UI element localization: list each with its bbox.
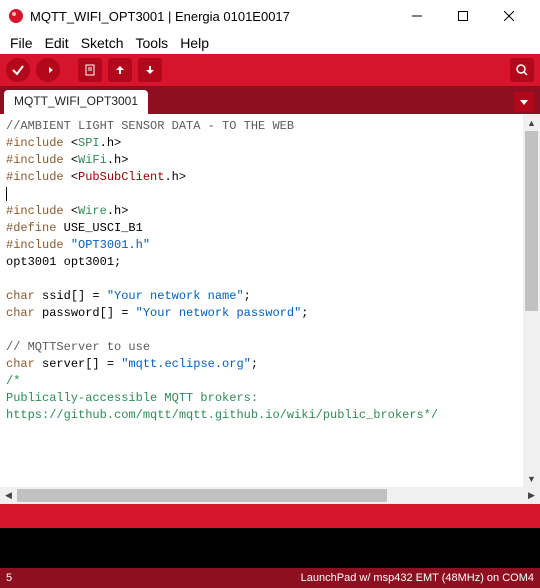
console-output[interactable]: [0, 528, 540, 568]
editor-area: //AMBIENT LIGHT SENSOR DATA - TO THE WEB…: [0, 114, 540, 504]
scroll-down-arrow[interactable]: ▼: [523, 470, 540, 487]
vertical-scrollbar[interactable]: ▲ ▼: [523, 114, 540, 487]
serial-monitor-button[interactable]: [510, 58, 534, 82]
code-token: opt3001: [6, 255, 56, 269]
tab-active[interactable]: MQTT_WIFI_OPT3001: [4, 90, 148, 114]
code-token: char: [6, 289, 35, 303]
code-token: <: [71, 153, 78, 167]
scrollbar-thumb-v[interactable]: [525, 131, 538, 311]
code-token: <: [71, 136, 78, 150]
window-titlebar: MQTT_WIFI_OPT3001 | Energia 0101E0017: [0, 0, 540, 32]
code-token: "OPT3001.h": [71, 238, 150, 252]
code-token: SPI: [78, 136, 100, 150]
code-token: "Your network name": [107, 289, 244, 303]
status-bar: 5 LaunchPad w/ msp432 EMT (48MHz) on COM…: [0, 568, 540, 588]
new-button[interactable]: [78, 58, 102, 82]
toolbar: [0, 54, 540, 86]
code-token: char: [6, 306, 35, 320]
code-token: .h>: [107, 153, 129, 167]
scroll-right-arrow[interactable]: ▶: [523, 487, 540, 504]
code-token: .h>: [164, 170, 186, 184]
code-token: ;: [251, 357, 258, 371]
code-token: ;: [301, 306, 308, 320]
menu-sketch[interactable]: Sketch: [75, 35, 130, 51]
maximize-button[interactable]: [440, 0, 486, 32]
minimize-button[interactable]: [394, 0, 440, 32]
menu-tools[interactable]: Tools: [130, 35, 175, 51]
menu-file[interactable]: File: [4, 35, 39, 51]
code-token: opt3001;: [56, 255, 121, 269]
code-token: server[] =: [35, 357, 121, 371]
menubar: File Edit Sketch Tools Help: [0, 32, 540, 54]
upload-button[interactable]: [36, 58, 60, 82]
code-token: ssid[] =: [35, 289, 107, 303]
close-button[interactable]: [486, 0, 532, 32]
status-board: LaunchPad w/ msp432 EMT (48MHz) on COM4: [301, 572, 534, 584]
code-token: #include: [6, 153, 64, 167]
app-icon: [8, 8, 24, 24]
code-token: <: [71, 204, 78, 218]
code-token: USE_USCI_B1: [64, 221, 143, 235]
code-token: WiFi: [78, 153, 107, 167]
code-token: #include: [6, 136, 64, 150]
code-token: password[] =: [35, 306, 136, 320]
code-token: "Your network password": [136, 306, 302, 320]
code-token: #define: [6, 221, 56, 235]
code-token: Wire: [78, 204, 107, 218]
code-editor[interactable]: //AMBIENT LIGHT SENSOR DATA - TO THE WEB…: [0, 114, 523, 487]
code-token: #include: [6, 204, 64, 218]
code-token: "mqtt.eclipse.org": [121, 357, 251, 371]
scrollbar-thumb-h[interactable]: [17, 489, 387, 502]
verify-button[interactable]: [6, 58, 30, 82]
code-token: #include: [6, 170, 64, 184]
code-token: ;: [244, 289, 251, 303]
code-token: .h>: [107, 204, 129, 218]
status-line-number: 5: [6, 572, 12, 584]
code-line: https://github.com/mqtt/mqtt.github.io/w…: [6, 408, 438, 422]
menu-help[interactable]: Help: [174, 35, 215, 51]
code-line: /*: [6, 374, 20, 388]
window-title: MQTT_WIFI_OPT3001 | Energia 0101E0017: [30, 9, 394, 24]
message-strip: [0, 504, 540, 528]
scroll-left-arrow[interactable]: ◀: [0, 487, 17, 504]
text-caret: [6, 187, 7, 201]
save-button[interactable]: [138, 58, 162, 82]
code-line: Publically-accessible MQTT brokers:: [6, 391, 258, 405]
code-token: .h>: [100, 136, 122, 150]
tab-bar: MQTT_WIFI_OPT3001: [0, 86, 540, 114]
code-token: <: [71, 170, 78, 184]
menu-edit[interactable]: Edit: [39, 35, 75, 51]
code-line: //AMBIENT LIGHT SENSOR DATA - TO THE WEB: [6, 119, 294, 133]
open-button[interactable]: [108, 58, 132, 82]
code-token: #include: [6, 238, 64, 252]
scroll-up-arrow[interactable]: ▲: [523, 114, 540, 131]
tab-dropdown-button[interactable]: [514, 92, 534, 112]
horizontal-scrollbar[interactable]: ◀ ▶: [0, 487, 540, 504]
code-token: char: [6, 357, 35, 371]
code-token: PubSubClient: [78, 170, 164, 184]
code-line: // MQTTServer to use: [6, 340, 150, 354]
